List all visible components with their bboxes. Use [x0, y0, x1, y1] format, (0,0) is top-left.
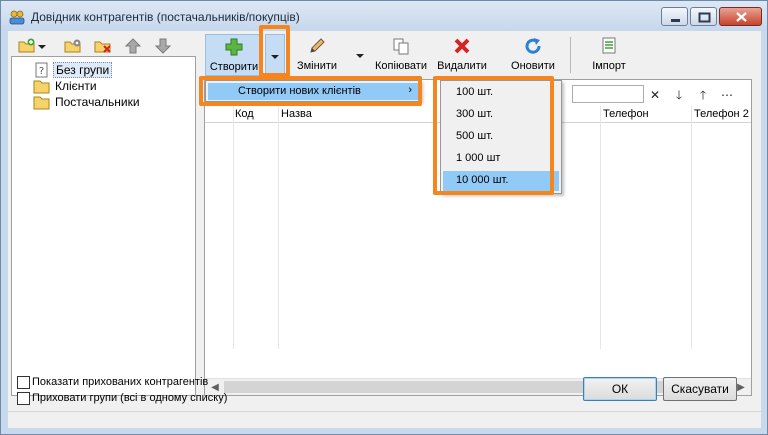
column-header-phone2[interactable]: Телефон 2: [694, 108, 749, 120]
add-group-button[interactable]: [17, 37, 37, 55]
minimize-icon: [671, 19, 680, 22]
add-group-dropdown[interactable]: [37, 37, 47, 55]
minimize-button[interactable]: [661, 7, 688, 26]
hide-groups-checkbox[interactable]: [17, 392, 30, 405]
highlight-menu-annotation: [199, 76, 422, 106]
ok-button[interactable]: ОК: [583, 377, 657, 401]
arrow-down-icon: 🡓: [675, 88, 683, 102]
highlight-dropdown-annotation: [259, 25, 290, 77]
column-divider: [691, 106, 692, 349]
title-bar[interactable]: Довідник контрагентів (постачальників/по…: [1, 1, 767, 31]
plus-icon: [225, 38, 243, 56]
copy-icon: [393, 38, 409, 55]
column-header-name[interactable]: Назва: [281, 108, 312, 120]
copy-button[interactable]: Копіювати: [371, 34, 431, 76]
search-next-button[interactable]: 🡓: [671, 87, 687, 103]
close-icon: ✕: [649, 88, 661, 102]
import-label: Імпорт: [592, 60, 626, 72]
column-header-code[interactable]: Код: [235, 108, 254, 120]
cancel-button[interactable]: Скасувати: [663, 377, 737, 401]
delete-group-button[interactable]: [93, 37, 113, 55]
more-options-button[interactable]: ⋯: [719, 87, 735, 103]
main-window: Довідник контрагентів (постачальників/по…: [0, 0, 768, 435]
folder-icon: [33, 96, 50, 110]
show-hidden-checkbox[interactable]: [17, 376, 30, 389]
refresh-icon: [525, 38, 541, 54]
delete-button[interactable]: Видалити: [433, 34, 491, 76]
create-button[interactable]: Створити: [205, 34, 263, 76]
maximize-icon: [698, 12, 711, 23]
refresh-button[interactable]: Оновити: [505, 34, 561, 76]
move-down-button[interactable]: [153, 37, 173, 55]
ellipsis-icon: ⋯: [721, 88, 733, 102]
move-up-button[interactable]: [123, 37, 143, 55]
maximize-button[interactable]: [690, 7, 717, 26]
close-button[interactable]: [719, 7, 762, 26]
contacts-app-icon: [9, 10, 25, 25]
window-title: Довідник контрагентів (постачальників/по…: [31, 10, 300, 24]
edit-group-button[interactable]: [63, 37, 83, 55]
search-input[interactable]: [572, 85, 644, 103]
toolbar-separator: [570, 37, 571, 73]
hide-groups-label: Приховати групи (всі в одному списку): [32, 392, 228, 404]
import-button[interactable]: Імпорт: [581, 34, 637, 76]
tree-item-label: Постачальники: [55, 95, 140, 109]
arrow-up-icon: 🡑: [699, 88, 707, 102]
column-header-phone[interactable]: Телефон: [603, 108, 649, 120]
column-divider: [233, 106, 234, 349]
arrow-up-icon: [124, 38, 142, 54]
folder-icon: [33, 80, 50, 94]
delete-icon: [454, 38, 470, 54]
search-prev-button[interactable]: 🡑: [695, 87, 711, 103]
tree-item-label: Клієнти: [55, 79, 97, 93]
chevron-down-icon: [356, 54, 364, 58]
question-folder-icon: ?: [35, 62, 48, 78]
chevron-down-icon: [38, 45, 46, 49]
svg-text:?: ?: [39, 66, 44, 77]
folder-delete-icon: [94, 41, 111, 53]
status-bar: [8, 411, 761, 428]
arrow-down-icon: [154, 38, 172, 54]
refresh-label: Оновити: [511, 60, 555, 72]
edit-dropdown-button[interactable]: [353, 34, 367, 76]
show-hidden-label: Показати прихованих контрагентів: [32, 376, 209, 388]
close-icon: [736, 12, 747, 22]
column-divider: [600, 106, 601, 349]
edit-label: Змінити: [296, 60, 338, 72]
pencil-icon: [310, 38, 325, 53]
clear-search-button[interactable]: ✕: [647, 87, 663, 103]
delete-label: Видалити: [437, 60, 487, 72]
edit-button[interactable]: Змінити: [291, 34, 343, 76]
highlight-submenu-annotation: [433, 76, 554, 195]
tree-item-label: Без групи: [53, 62, 113, 78]
group-tree[interactable]: ? Без групи Клієнти Постачальники: [11, 56, 196, 396]
column-divider: [278, 106, 279, 349]
copy-label: Копіювати: [375, 60, 427, 72]
import-icon: [602, 37, 616, 54]
create-label: Створити: [209, 61, 259, 73]
folder-settings-icon: [64, 39, 81, 53]
folder-add-icon: [18, 38, 35, 53]
